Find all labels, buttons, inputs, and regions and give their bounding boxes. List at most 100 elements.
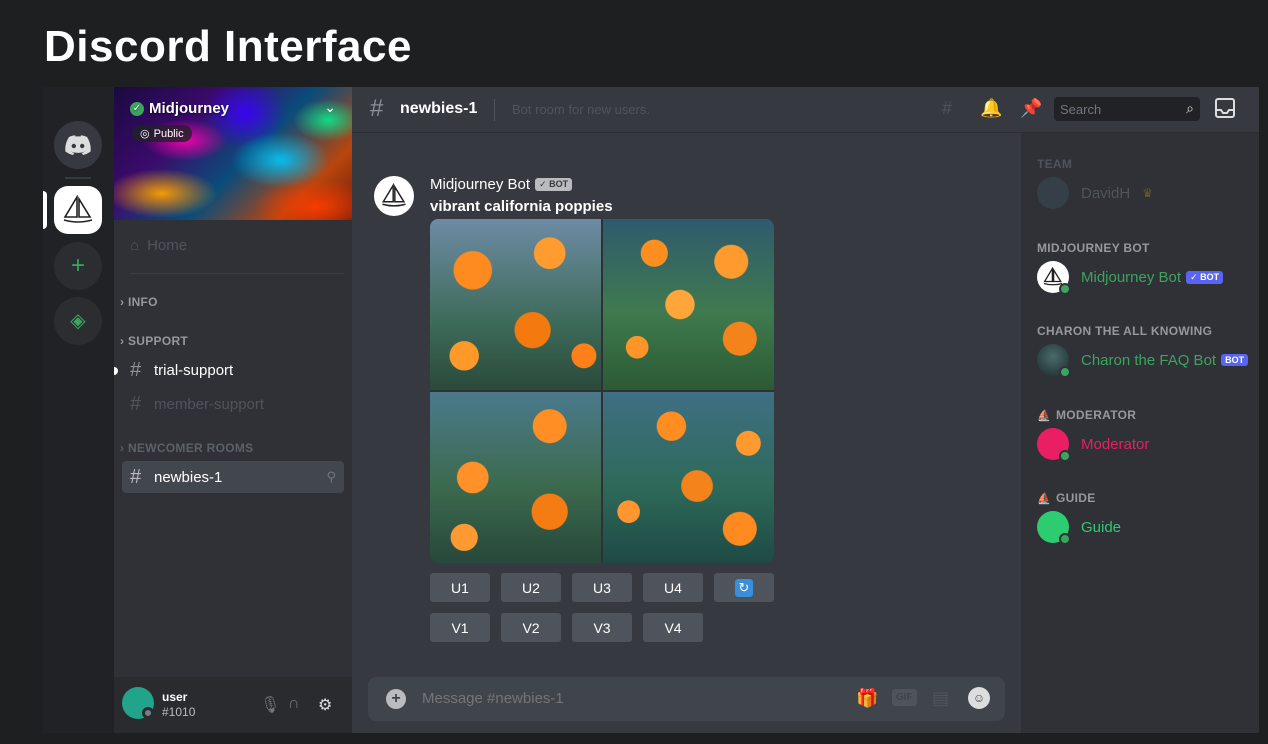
- sticker-icon[interactable]: ▤: [932, 688, 949, 709]
- header-divider: [494, 99, 495, 121]
- member-category-charon: CHARON THE ALL KNOWING: [1037, 324, 1213, 338]
- online-status-indicator: [1059, 450, 1071, 462]
- forum-hash-icon: #: [370, 95, 384, 122]
- plus-icon[interactable]: +: [386, 689, 406, 709]
- member-guide[interactable]: Guide: [1037, 511, 1121, 545]
- gear-icon[interactable]: ⚙: [318, 695, 332, 715]
- sidebar-divider: [130, 273, 344, 274]
- compass-icon: ◈: [70, 310, 86, 332]
- avatar: [1037, 177, 1069, 209]
- user-name: user: [162, 690, 188, 704]
- variation-button-4[interactable]: V4: [643, 613, 703, 642]
- hash-icon: #: [130, 358, 142, 381]
- member-category-team: TEAM: [1037, 157, 1073, 171]
- avatar: [1037, 511, 1071, 545]
- server-banner[interactable]: ✓ Midjourney ⌄ ◎ Public: [114, 87, 352, 220]
- chat-area: Midjourney Bot ✓ BOT vibrant california …: [352, 133, 1021, 733]
- image-tile-1: [430, 219, 601, 390]
- bell-icon[interactable]: 🔔: [980, 98, 1002, 119]
- message-author: Midjourney Bot ✓ BOT: [430, 176, 573, 193]
- image-tile-4: [603, 392, 774, 563]
- avatar[interactable]: [374, 176, 414, 216]
- rail-separator: [65, 177, 91, 179]
- channel-topic: Bot room for new users.: [512, 102, 650, 117]
- sailboat-role-icon: ⛵: [1037, 492, 1051, 505]
- online-status-indicator: [1059, 366, 1071, 378]
- message-text: vibrant california poppies: [430, 198, 613, 215]
- upscale-button-row: U1 U2 U3 U4 ↻: [430, 573, 774, 602]
- crown-icon: ♛: [1142, 186, 1153, 200]
- member-list: TEAM DavidH ♛ MIDJOURNEY BOT Midjourney …: [1021, 133, 1259, 733]
- member-moderator[interactable]: Moderator: [1037, 428, 1149, 462]
- chevron-down-icon[interactable]: ⌄: [324, 99, 336, 116]
- reroll-button[interactable]: ↻: [714, 573, 774, 602]
- channel-trial-support[interactable]: # trial-support: [122, 354, 344, 386]
- image-tile-2: [603, 219, 774, 390]
- server-name[interactable]: ✓ Midjourney: [130, 100, 229, 117]
- midjourney-server-button[interactable]: [54, 186, 102, 234]
- search-input[interactable]: Search ⌕: [1054, 97, 1200, 121]
- add-server-button[interactable]: +: [54, 242, 102, 290]
- online-status-indicator: [1059, 283, 1071, 295]
- variation-button-3[interactable]: V3: [572, 613, 632, 642]
- variation-button-2[interactable]: V2: [501, 613, 561, 642]
- chevron-right-icon: ›: [120, 334, 125, 348]
- server-rail: + ◈: [43, 87, 114, 733]
- microphone-icon[interactable]: 🎙: [260, 695, 280, 715]
- channel-member-support[interactable]: # member-support: [122, 388, 344, 420]
- discord-logo-icon: [65, 135, 91, 155]
- channel-header: # newbies-1 Bot room for new users. # 🔔 …: [352, 87, 1259, 133]
- emoji-icon[interactable]: ☺: [968, 687, 990, 709]
- bot-badge: BOT: [1221, 354, 1249, 366]
- message-composer: + 🎁 GIF ▤ ☺: [368, 677, 1005, 721]
- home-icon: ⌂: [130, 237, 140, 254]
- channel-title: newbies-1: [400, 100, 478, 117]
- sailboat-icon: [381, 183, 406, 207]
- category-support[interactable]: › SUPPORT: [120, 334, 188, 348]
- pin-icon[interactable]: 📌: [1020, 98, 1042, 119]
- channel-newbies-1[interactable]: # newbies-1 ⚲: [122, 461, 344, 493]
- forum-hash-icon: #: [130, 465, 142, 488]
- globe-icon: ◎: [140, 128, 150, 140]
- bot-badge: ✓ BOT: [535, 178, 573, 191]
- verified-icon: ✓: [130, 101, 144, 116]
- explore-servers-button[interactable]: ◈: [54, 297, 102, 345]
- chevron-right-icon: ›: [120, 441, 125, 455]
- category-newcomer-rooms[interactable]: › NEWCOMER ROOMS: [120, 441, 253, 455]
- active-server-indicator: [43, 191, 47, 229]
- headphones-icon[interactable]: ∩: [288, 695, 300, 713]
- upscale-button-3[interactable]: U3: [572, 573, 632, 602]
- avatar: [1037, 428, 1071, 462]
- gift-icon[interactable]: 🎁: [856, 688, 878, 709]
- user-status-indicator: [142, 707, 154, 719]
- refresh-icon: ↻: [735, 578, 753, 597]
- add-member-icon[interactable]: ⚲: [326, 469, 336, 485]
- image-tile-3: [430, 392, 601, 563]
- member-davidh[interactable]: DavidH ♛: [1037, 177, 1153, 209]
- category-info[interactable]: › INFO: [120, 295, 158, 309]
- variation-button-row: V1 V2 V3 V4: [430, 613, 703, 642]
- bot-badge: ✓ BOT: [1186, 270, 1224, 284]
- public-badge: ◎ Public: [132, 125, 192, 142]
- member-charon-faq-bot[interactable]: Charon the FAQ Bot BOT: [1037, 344, 1249, 378]
- inbox-icon[interactable]: [1214, 97, 1236, 119]
- page-title: Discord Interface: [44, 22, 412, 71]
- message-input[interactable]: [422, 690, 842, 707]
- upscale-button-4[interactable]: U4: [643, 573, 703, 602]
- member-category-midjourney-bot: MIDJOURNEY BOT: [1037, 241, 1150, 255]
- channel-sidebar: ✓ Midjourney ⌄ ◎ Public ⌂ Home › INFO › …: [114, 87, 352, 733]
- user-panel: user #1010 🎙 ∩ ⚙: [114, 677, 352, 733]
- sidebar-item-home[interactable]: ⌂ Home: [130, 237, 187, 254]
- avatar: [1037, 261, 1071, 295]
- generated-image-grid[interactable]: [430, 219, 774, 563]
- unread-indicator: [114, 367, 118, 375]
- upscale-button-1[interactable]: U1: [430, 573, 490, 602]
- threads-icon[interactable]: #: [942, 98, 952, 119]
- member-category-guide: ⛵ GUIDE: [1037, 491, 1096, 505]
- upscale-button-2[interactable]: U2: [501, 573, 561, 602]
- member-midjourney-bot[interactable]: Midjourney Bot ✓ BOT: [1037, 261, 1224, 295]
- gif-button[interactable]: GIF: [892, 689, 917, 706]
- variation-button-1[interactable]: V1: [430, 613, 490, 642]
- member-category-moderator: ⛵ MODERATOR: [1037, 408, 1137, 422]
- discord-home-button[interactable]: [54, 121, 102, 169]
